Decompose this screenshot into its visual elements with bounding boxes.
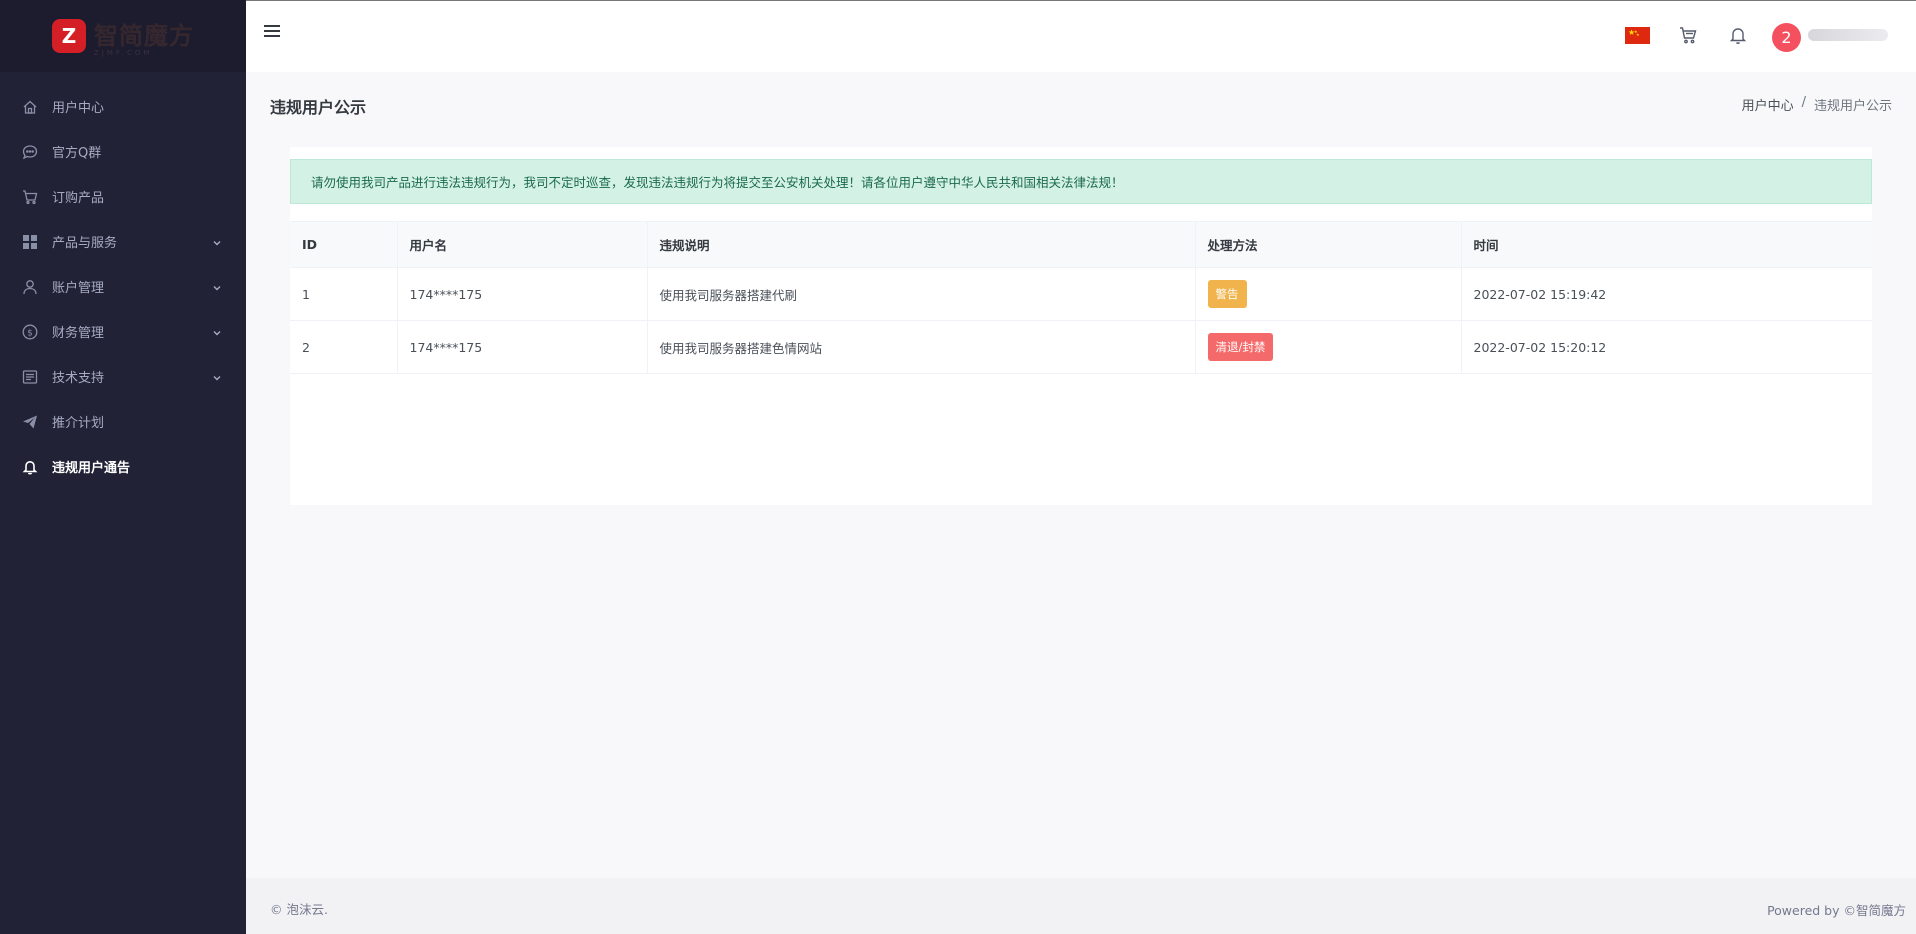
column-header-action: 处理方法 — [1194, 221, 1461, 268]
cell-description: 使用我司服务器搭建色情网站 — [646, 320, 1195, 374]
main-card: 请勿使用我司产品进行违法违规行为，我司不定时巡查，发现违法违规行为将提交至公安机… — [290, 147, 1872, 505]
user-icon — [22, 279, 38, 295]
dollar-icon: $ — [22, 324, 38, 340]
ticket-icon — [22, 369, 38, 385]
china-flag-icon[interactable]: ★ ★ ★ — [1625, 27, 1650, 44]
sidebar-nav: 用户中心 官方Q群 订购产品 产品与服务 账户管理 $ 财务管理 技术支持 推介… — [0, 72, 246, 489]
top-header: ★ ★ ★ 2 2201000000 — [246, 0, 1916, 72]
column-header-time: 时间 — [1460, 221, 1872, 268]
status-badge: 清退/封禁 — [1207, 333, 1274, 361]
cell-action: 警告 — [1194, 267, 1461, 321]
breadcrumb-current: 违规用户公示 — [1813, 99, 1892, 114]
sidebar-item-support[interactable]: 技术支持 — [0, 354, 246, 399]
cell-username: 174****175 — [396, 267, 647, 321]
cell-id: 1 — [290, 267, 397, 321]
breadcrumb: 用户中心 / 违规用户公示 — [1742, 95, 1892, 114]
cell-username: 174****175 — [396, 320, 647, 374]
sidebar-item-referral[interactable]: 推介计划 — [0, 399, 246, 444]
table-row: 1 174****175 使用我司服务器搭建代刷 警告 2022-07-02 1… — [290, 267, 1872, 321]
warning-alert: 请勿使用我司产品进行违法违规行为，我司不定时巡查，发现违法违规行为将提交至公安机… — [290, 159, 1872, 204]
footer: © 泡沫云. Powered by ©智简魔方 — [246, 878, 1916, 934]
bell-icon — [22, 459, 38, 475]
chevron-down-icon — [212, 372, 222, 382]
send-icon — [22, 414, 38, 430]
column-header-username: 用户名 — [396, 221, 647, 268]
svg-text:$: $ — [27, 328, 33, 338]
sidebar-item-finance[interactable]: $ 财务管理 — [0, 309, 246, 354]
page-title: 违规用户公示 — [270, 98, 367, 117]
footer-copyright: © 泡沫云. — [270, 902, 328, 917]
home-icon — [22, 99, 38, 115]
footer-powered-by: Powered by ©智简魔方 — [1767, 903, 1906, 918]
sidebar: Z 智简魔方 ZJMF.COM 用户中心 官方Q群 订购产品 产品与服务 账户管… — [0, 0, 246, 934]
table-row: 2 174****175 使用我司服务器搭建色情网站 清退/封禁 2022-07… — [290, 320, 1872, 374]
user-name[interactable]: 2201000000 — [1808, 29, 1888, 41]
sidebar-item-account[interactable]: 账户管理 — [0, 264, 246, 309]
grid-icon — [22, 234, 38, 250]
column-header-id: ID — [290, 221, 397, 268]
cell-action: 清退/封禁 — [1194, 320, 1461, 374]
sidebar-item-violation-notice[interactable]: 违规用户通告 — [0, 444, 246, 489]
chat-icon — [22, 144, 38, 160]
logo-icon: Z — [52, 19, 86, 53]
cell-time: 2022-07-02 15:19:42 — [1460, 267, 1872, 321]
cart-icon[interactable] — [1678, 25, 1698, 45]
breadcrumb-user-center[interactable]: 用户中心 — [1742, 95, 1794, 114]
cell-time: 2022-07-02 15:20:12 — [1460, 320, 1872, 374]
chevron-down-icon — [212, 282, 222, 292]
cart-icon — [22, 189, 38, 205]
table-header-row: ID 用户名 违规说明 处理方法 时间 — [290, 221, 1872, 268]
chevron-down-icon — [212, 327, 222, 337]
breadcrumb-separator: / — [1801, 95, 1806, 110]
column-header-description: 违规说明 — [646, 221, 1195, 268]
cell-id: 2 — [290, 320, 397, 374]
sidebar-item-qq-group[interactable]: 官方Q群 — [0, 129, 246, 174]
status-badge: 警告 — [1207, 280, 1247, 308]
chevron-down-icon — [212, 237, 222, 247]
logo[interactable]: Z 智简魔方 ZJMF.COM — [0, 0, 246, 72]
logo-name: 智简魔方 — [94, 21, 194, 50]
sidebar-item-products-services[interactable]: 产品与服务 — [0, 219, 246, 264]
avatar[interactable]: 2 — [1772, 23, 1801, 52]
cell-description: 使用我司服务器搭建代刷 — [646, 267, 1195, 321]
notification-bell-icon[interactable] — [1728, 25, 1748, 45]
violations-table: ID 用户名 违规说明 处理方法 时间 1 174****175 使用我司服务器… — [290, 221, 1872, 374]
sidebar-item-user-center[interactable]: 用户中心 — [0, 84, 246, 129]
hamburger-menu-icon[interactable] — [264, 23, 282, 39]
sidebar-item-order-product[interactable]: 订购产品 — [0, 174, 246, 219]
